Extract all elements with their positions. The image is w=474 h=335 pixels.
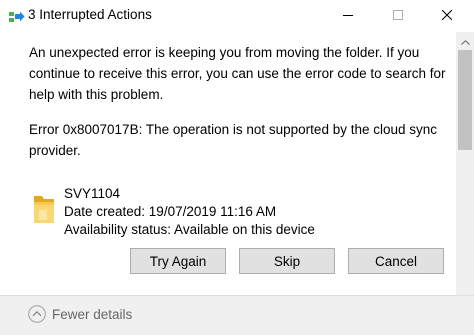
error-message: An unexpected error is keeping you from … xyxy=(29,42,451,161)
error-code: Error 0x8007017B: The operation is not s… xyxy=(29,122,438,158)
scroll-up-button[interactable] xyxy=(456,32,474,49)
vertical-scrollbar[interactable] xyxy=(456,32,474,295)
close-icon xyxy=(442,10,452,20)
minimize-icon xyxy=(343,10,353,20)
file-date-created: Date created: 19/07/2019 11:16 AM xyxy=(64,204,277,219)
skip-button[interactable]: Skip xyxy=(239,248,335,274)
cancel-button[interactable]: Cancel xyxy=(348,248,444,274)
interrupted-actions-dialog: 3 Interrupted Actions An unexpected erro… xyxy=(0,0,474,335)
folder-icon xyxy=(33,193,55,225)
file-name: SVY1104 xyxy=(64,186,121,201)
fewer-details-link[interactable]: Fewer details xyxy=(52,307,132,322)
minimize-button[interactable] xyxy=(325,0,371,30)
chevron-up-icon xyxy=(460,32,470,50)
close-button[interactable] xyxy=(424,0,470,30)
try-again-button[interactable]: Try Again xyxy=(130,248,226,274)
chevron-up-circle-icon[interactable] xyxy=(28,305,46,323)
window-title: 3 Interrupted Actions xyxy=(28,7,152,22)
title-bar[interactable]: 3 Interrupted Actions xyxy=(0,0,474,32)
file-availability-status: Availability status: Available on this d… xyxy=(64,222,315,237)
maximize-button[interactable] xyxy=(375,0,421,30)
error-description: An unexpected error is keeping you from … xyxy=(29,45,446,102)
maximize-icon xyxy=(393,10,403,20)
file-details: SVY1104 Date created: 19/07/2019 11:16 A… xyxy=(64,185,315,239)
scroll-thumb[interactable] xyxy=(458,50,472,150)
dialog-footer: Fewer details xyxy=(0,295,474,335)
file-transfer-icon xyxy=(9,10,25,22)
